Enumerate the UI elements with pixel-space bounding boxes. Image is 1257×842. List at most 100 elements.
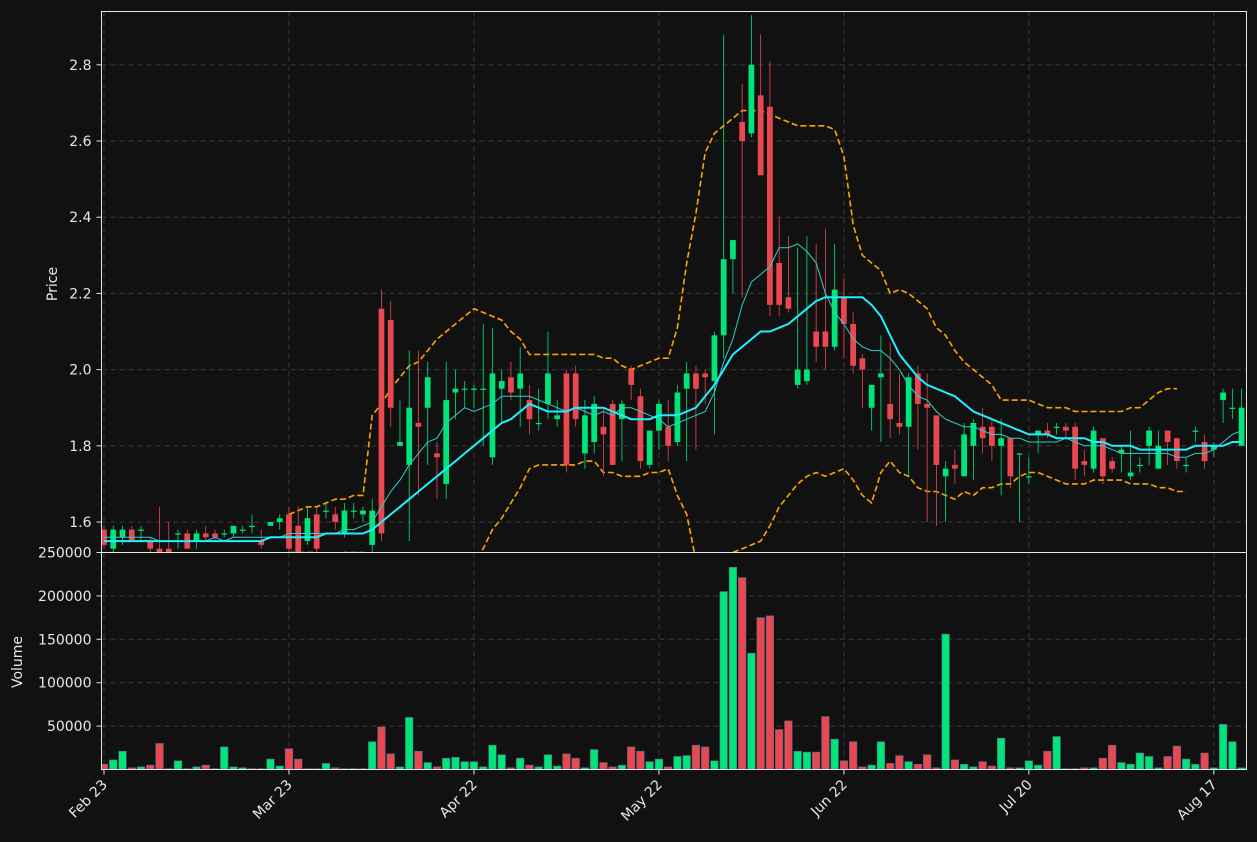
volume-bar (543, 754, 553, 770)
candle-body (563, 373, 570, 465)
volume-bar (1024, 760, 1033, 770)
volume-bar (275, 765, 284, 770)
candle-body (961, 434, 968, 477)
volume-bar (201, 764, 210, 770)
candle-body (1220, 392, 1226, 401)
candle-body (878, 373, 884, 378)
volume-bar (220, 746, 229, 770)
candle-body (175, 533, 181, 535)
candle-body (313, 514, 320, 549)
volume-bar (1034, 764, 1043, 770)
candle-body (276, 518, 283, 523)
volume-bar (765, 615, 775, 770)
candle-body (1063, 426, 1069, 431)
volume-bar (1182, 758, 1191, 770)
candle-body (1238, 407, 1245, 446)
volume-bar (590, 749, 599, 770)
candle-body (1081, 461, 1088, 465)
candle-body (1164, 430, 1171, 443)
volume-bar (1043, 750, 1052, 770)
volume-bar (1145, 756, 1154, 770)
candle-body (221, 533, 228, 535)
volume-bar (617, 764, 627, 770)
candle-body (489, 373, 496, 458)
candle-body (720, 259, 727, 336)
volume-bar (1172, 745, 1181, 770)
candle-body (128, 529, 135, 542)
candle-body (295, 525, 302, 553)
candle-body (924, 403, 931, 408)
volume-bar (627, 746, 636, 770)
volume-bar (654, 758, 664, 770)
candle-body (554, 415, 561, 420)
volume-bar (497, 754, 506, 770)
candle-body (387, 320, 394, 408)
volume-bar (830, 738, 839, 770)
candle-body (1090, 430, 1097, 469)
candle-body (859, 358, 866, 370)
candle-body (239, 529, 246, 531)
price-tick-label: 1.6 (69, 515, 91, 531)
volume-bar (451, 757, 460, 770)
price-tick-label: 2.2 (69, 286, 91, 302)
volume-bar (1163, 756, 1172, 770)
volume-bar (368, 741, 377, 770)
candle-body (572, 373, 579, 420)
volume-bar (876, 741, 885, 770)
candle-body (693, 373, 699, 389)
volume-bar (469, 761, 479, 770)
candle-body (767, 106, 773, 305)
candle-body (545, 373, 551, 404)
candle-body (350, 510, 357, 512)
volume-bar (386, 753, 395, 770)
candle-body (517, 373, 524, 389)
volume-bar (1135, 752, 1144, 770)
candle-body (1016, 453, 1023, 455)
volume-bar (571, 757, 580, 770)
candle-body (600, 426, 607, 435)
volume-bar (701, 746, 710, 770)
candle-body (850, 323, 857, 366)
candle-body (1100, 438, 1106, 477)
volume-bar (645, 761, 654, 770)
candle-body (582, 415, 588, 454)
candle-body (730, 240, 736, 260)
candle-body (896, 422, 903, 427)
candle-body (267, 522, 274, 526)
volume-bar (941, 633, 950, 770)
volume-bar (793, 750, 802, 770)
candle-body (452, 388, 459, 393)
volume-bar (155, 743, 164, 770)
candle-body (119, 529, 126, 538)
candle-body (138, 529, 144, 531)
candle-body (434, 453, 440, 458)
candle-body (1127, 472, 1134, 477)
candle-body (785, 297, 792, 309)
volume-bar (756, 617, 765, 770)
candle-body (498, 381, 505, 389)
volume-bar (904, 761, 913, 770)
candle-body (424, 377, 431, 408)
candle-body (794, 369, 801, 385)
candle-body (952, 464, 958, 469)
volume-bar (562, 753, 571, 770)
candle-body (1109, 461, 1115, 469)
volume-bar (812, 751, 821, 770)
candle-body (637, 396, 644, 462)
volume-bar (1191, 763, 1200, 770)
volume-axis-title: Volume (10, 636, 26, 688)
candle-body (1229, 407, 1236, 409)
volume-bar (460, 761, 469, 770)
candle-body (165, 548, 172, 553)
candle-body (711, 335, 718, 382)
candle-body (656, 403, 662, 431)
volume-bar (118, 750, 127, 770)
volume-bar (636, 750, 645, 770)
volume-bar (821, 716, 830, 770)
volume-bar (682, 755, 691, 770)
candle-body (942, 468, 949, 477)
candle-body (646, 430, 653, 465)
volume-bar (913, 763, 922, 770)
volume-bar (414, 750, 423, 770)
volume-bar (673, 756, 682, 770)
